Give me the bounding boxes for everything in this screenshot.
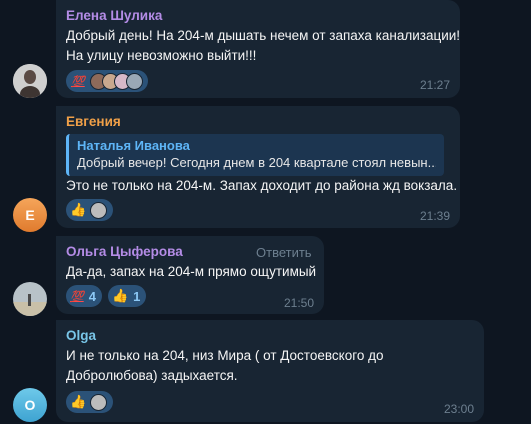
message-text-line: Это не только на 204-м. Запах доходит до… <box>66 178 458 193</box>
avatar[interactable] <box>13 282 47 316</box>
reactor-avatar <box>90 201 108 219</box>
quote-sender: Наталья Иванова <box>77 138 190 153</box>
message-time: 21:50 <box>283 296 314 310</box>
reactions: 👍 <box>66 199 114 221</box>
message-text-line: И не только на 204, низ Мира ( от Достое… <box>66 348 384 363</box>
reactions: 👍 <box>66 391 114 413</box>
hundred-points-icon: 💯 <box>71 75 85 88</box>
message-evgenia: Е Евгения Наталья Иванова Добрый вечер! … <box>0 106 531 232</box>
message-bubble[interactable]: Olga И не только на 204, низ Мира ( от Д… <box>56 320 484 422</box>
message-bubble[interactable]: Евгения Наталья Иванова Добрый вечер! Се… <box>56 106 460 228</box>
reaction-count: 4 <box>88 288 96 304</box>
thumbs-up-icon: 👍 <box>111 288 129 303</box>
reactor-avatar <box>125 72 143 90</box>
reactions: 💯 <box>66 70 148 92</box>
reply-button[interactable]: Ответить <box>256 245 312 260</box>
hundred-points-icon: 💯 <box>70 290 84 303</box>
sender-name[interactable]: Елена Шулика <box>66 8 162 23</box>
message-olga-tsyferova: Ольга Цыферова Ответить Да-да, запах на … <box>0 236 531 316</box>
reaction-hundred[interactable]: 💯 <box>66 70 148 92</box>
reaction-thumbs-up[interactable]: 👍 1 <box>107 285 147 307</box>
message-text-line: На улицу невозможно выйти!!! <box>66 48 257 63</box>
reply-quote[interactable]: Наталья Иванова Добрый вечер! Сегодня дн… <box>66 134 444 176</box>
reactor-avatar <box>90 393 108 411</box>
message-text-line: Да-да, запах на 204-м прямо ощутимый <box>66 264 317 279</box>
reaction-hundred[interactable]: 💯 4 <box>66 285 102 307</box>
reactor-avatars <box>89 72 143 90</box>
reaction-count: 1 <box>133 288 141 304</box>
message-olga: O Olga И не только на 204, низ Мира ( от… <box>0 320 531 424</box>
message-text-line: Добролюбова) задыхается. <box>66 368 238 383</box>
avatar[interactable] <box>13 64 47 98</box>
avatar[interactable]: O <box>13 388 47 422</box>
reactions: 💯 4 👍 1 <box>66 285 147 307</box>
message-time: 23:00 <box>443 402 474 416</box>
thumbs-up-icon: 👍 <box>70 202 87 217</box>
thumbs-up-icon: 👍 <box>70 394 87 409</box>
message-time: 21:27 <box>419 78 450 92</box>
sender-name[interactable]: Ольга Цыферова <box>66 244 183 259</box>
reaction-thumbs-up[interactable]: 👍 <box>66 391 114 413</box>
message-bubble[interactable]: Елена Шулика Добрый день! На 204-м дышат… <box>56 0 460 98</box>
sender-name[interactable]: Евгения <box>66 114 121 129</box>
message-time: 21:39 <box>419 209 450 223</box>
message-bubble[interactable]: Ольга Цыферова Ответить Да-да, запах на … <box>56 236 324 314</box>
sender-name[interactable]: Olga <box>66 328 96 343</box>
message-elena: Елена Шулика Добрый день! На 204-м дышат… <box>0 0 531 102</box>
message-text-line: Добрый день! На 204-м дышать нечем от за… <box>66 28 461 43</box>
reaction-thumbs-up[interactable]: 👍 <box>66 199 114 221</box>
quote-text: Добрый вечер! Сегодня днем в 204 квартал… <box>77 155 436 170</box>
avatar[interactable]: Е <box>13 198 47 232</box>
